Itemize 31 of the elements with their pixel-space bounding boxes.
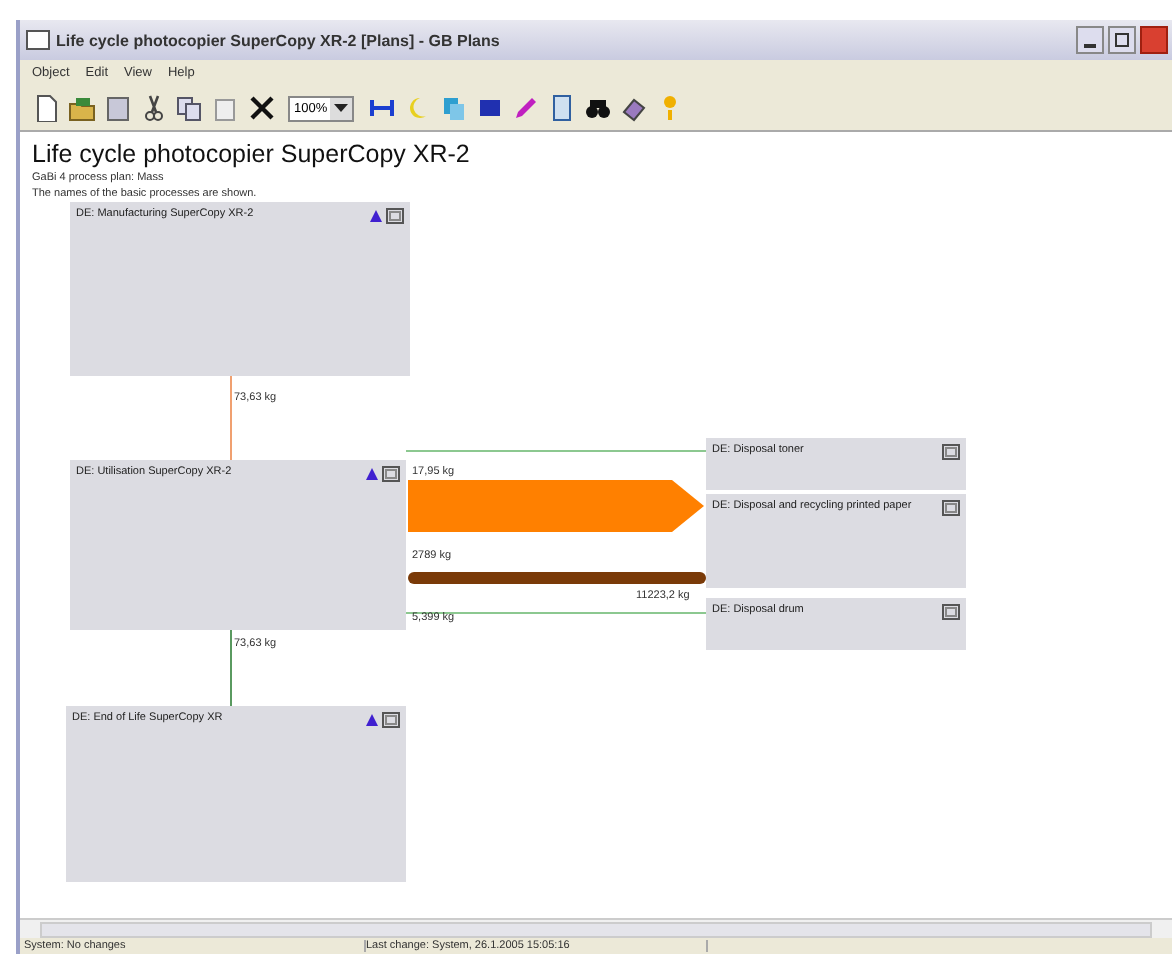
maximize-button[interactable] — [1108, 26, 1136, 54]
eraser-icon[interactable] — [619, 94, 647, 122]
process-icon — [942, 444, 960, 460]
process-icon — [382, 466, 400, 482]
pin-icon — [364, 712, 380, 728]
process-icon — [386, 208, 404, 224]
binoculars-icon[interactable] — [583, 94, 611, 122]
window-title: Life cycle photocopier SuperCopy XR-2 [Plans] - GB Plans — [56, 31, 500, 49]
open-folder-icon[interactable] — [67, 94, 95, 122]
flow-line — [230, 630, 232, 706]
pin-icon — [364, 466, 380, 482]
maximize-icon — [1114, 32, 1130, 48]
horizontal-scrollbar[interactable] — [20, 918, 1172, 938]
cut-icon[interactable] — [139, 94, 167, 122]
save-icon[interactable] — [103, 94, 131, 122]
document-icon[interactable] — [547, 94, 575, 122]
minimize-button[interactable] — [1076, 26, 1104, 54]
process-icon — [942, 500, 960, 516]
pin-icon — [368, 208, 384, 224]
link-icon[interactable] — [367, 94, 395, 122]
panel-icon[interactable] — [475, 94, 503, 122]
flow-line — [230, 376, 232, 460]
pencil-icon[interactable] — [511, 94, 539, 122]
new-page-icon[interactable] — [31, 94, 59, 122]
process-icon — [942, 604, 960, 620]
window-icon — [26, 30, 50, 50]
plan-title: Life cycle photocopier SuperCopy XR-2 — [32, 140, 472, 170]
process-icon — [382, 712, 400, 728]
caret-icon — [334, 104, 348, 112]
copy-icon[interactable] — [175, 94, 203, 122]
delete-icon[interactable] — [247, 94, 275, 122]
